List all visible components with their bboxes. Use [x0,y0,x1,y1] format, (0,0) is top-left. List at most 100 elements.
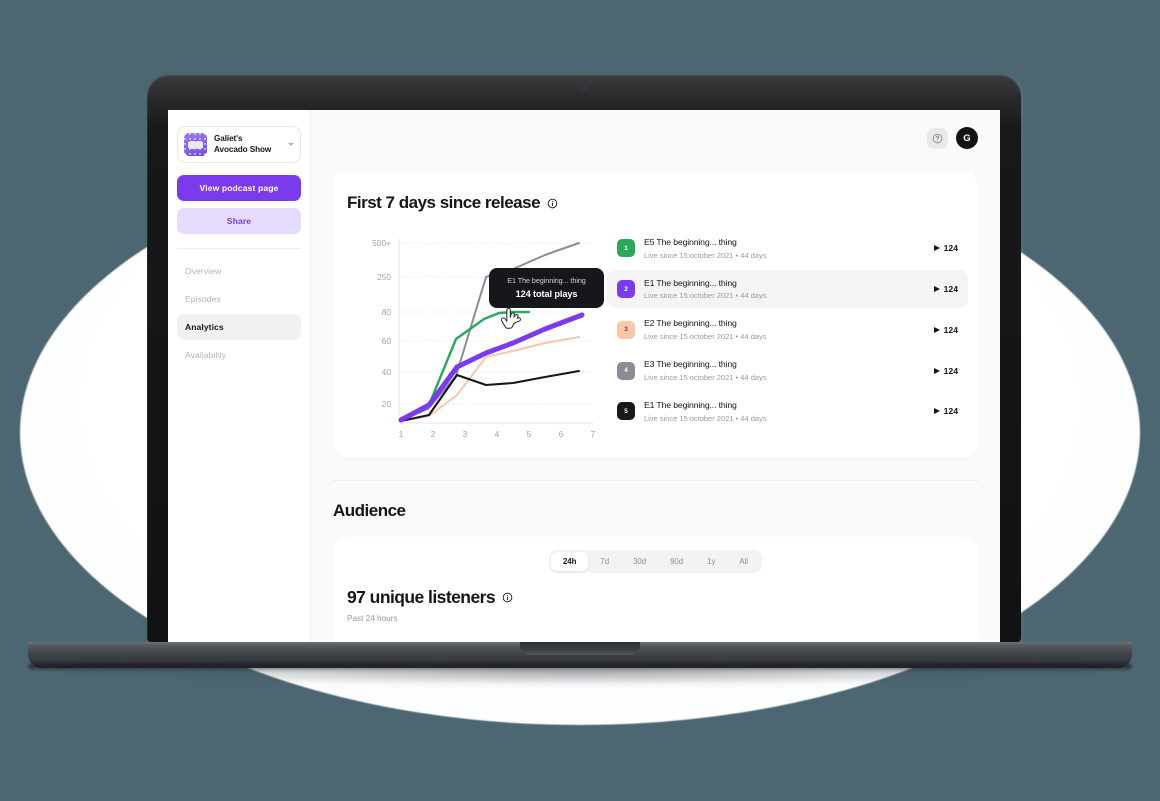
x-axis-labels: 1 2 3 4 5 6 7 [399,429,596,439]
rank-badge: 2 [617,280,635,299]
range-7d[interactable]: 7d [588,552,621,571]
episode-plays-count: 124 [943,243,958,254]
episode-subtitle: Live since 15 october 2021 • 44 days [644,291,767,301]
podcast-switcher[interactable]: Galiet's Avocado Show [177,126,301,163]
play-icon [933,408,940,415]
episode-title: E5 The beginning... thing [644,237,737,247]
tooltip-episode-label: E1 The beginning... thing [507,276,586,285]
episode-title: E1 The beginning... thing [644,399,737,410]
topbar: G [311,110,1000,166]
episode-title: E2 The beginning... thing [644,318,737,329]
episode-plays-count: 124 [943,365,958,376]
help-button[interactable] [927,127,948,149]
section-divider [333,480,978,481]
share-button[interactable]: Share [177,208,301,234]
laptop-mockup: Galiet's Avocado Show View podcast page … [0,0,1160,801]
range-30d[interactable]: 30d [621,552,658,571]
sidebar-item-analytics[interactable]: Analytics [177,314,301,340]
episode-ranking-list: 1 E5 The beginning... thing Live since 1… [607,227,968,442]
play-icon [933,367,940,374]
range-24h[interactable]: 24h [550,552,589,571]
rank-badge: 5 [617,402,635,421]
podcast-name-line2: Avocado Show [214,144,272,154]
pointer-hand-icon [500,307,521,329]
episode-meta: E1 The beginning... thing Live since 15 … [644,400,925,423]
unique-listeners-stat: 97 unique listeners [347,587,964,608]
first-7-days-chart: 500+ 250 80 60 40 20 1 2 3 4 5 6 7 E1 Th… [343,227,604,442]
table-row[interactable]: 5 E1 The beginning... thing Live since 1… [607,392,968,431]
sidebar-item-availability[interactable]: Availability [177,342,301,368]
tooltip-value: 124 total plays [515,289,578,299]
series-line-black [399,369,581,423]
episode-plays: 124 [933,243,958,254]
episode-plays-count: 124 [943,284,958,295]
range-90d[interactable]: 90d [658,552,695,571]
avatar[interactable]: G [956,127,978,149]
episode-subtitle: Live since 15 october 2021 • 44 days [644,372,767,382]
svg-text:20: 20 [382,399,392,409]
sidebar-item-episodes[interactable]: Episodes [177,286,301,312]
time-range-pills: 24h 7d 30d 90d 1y All [548,550,763,573]
view-podcast-page-button[interactable]: View podcast page [177,175,301,201]
svg-text:6: 6 [559,429,564,439]
play-icon [933,245,940,252]
info-circle-icon[interactable] [502,592,513,603]
svg-text:250: 250 [377,272,391,282]
episode-meta: E3 The beginning... thing Live since 15 … [644,359,925,382]
episode-meta: E2 The beginning... thing Live since 15 … [644,318,925,341]
play-icon [933,326,940,333]
range-1y[interactable]: 1y [695,552,727,571]
episode-subtitle: Live since 15 october 2021 • 44 days [644,250,767,260]
laptop-shadow [60,668,1100,686]
episode-plays-count: 124 [943,324,958,335]
svg-text:2: 2 [431,429,436,439]
podcast-artwork-icon [184,133,207,156]
unique-listeners-subtitle: Past 24 hours [347,614,398,623]
svg-text:40: 40 [382,367,392,377]
episode-subtitle: Live since 15 october 2021 • 44 days [644,413,767,423]
question-circle-icon [932,133,943,143]
table-row[interactable]: 4 E3 The beginning... thing Live since 1… [607,351,968,390]
chart-tooltip: E1 The beginning... thing 124 total play… [489,268,604,308]
sidebar-item-overview[interactable]: Overview [177,258,301,284]
podcast-name: Galiet's Avocado Show [214,134,271,156]
svg-text:1: 1 [399,429,404,439]
svg-text:500+: 500+ [372,238,391,248]
chevron-down-icon[interactable] [288,143,294,146]
table-row[interactable]: 1 E5 The beginning... thing Live since 1… [607,229,968,268]
audience-card: 24h 7d 30d 90d 1y All 97 unique listener… [333,537,978,642]
play-icon [933,286,940,293]
sidebar: Galiet's Avocado Show View podcast page … [168,110,311,642]
episode-meta: E1 The beginning... thing Live since 15 … [644,278,925,301]
time-range-selector: 24h 7d 30d 90d 1y All [347,550,964,573]
episode-meta: E5 The beginning... thing Live since 15 … [644,237,925,260]
main-content: G First 7 days since release 500+ 250 80… [311,110,1000,642]
range-all[interactable]: All [727,552,760,571]
audience-heading: Audience [333,501,406,520]
episode-plays-count: 124 [943,406,958,417]
episode-subtitle: Live since 15 october 2021 • 44 days [644,332,767,342]
episode-plays: 124 [933,365,958,376]
sidebar-divider [177,248,301,249]
table-row[interactable]: 3 E2 The beginning... thing Live since 1… [607,310,968,349]
panel-body: 500+ 250 80 60 40 20 1 2 3 4 5 6 7 E1 Th… [333,213,978,458]
svg-text:7: 7 [591,429,596,439]
first-7-days-card: First 7 days since release 500+ 250 80 6… [333,172,978,458]
svg-text:5: 5 [527,429,532,439]
episode-title: E1 The beginning... thing [644,277,737,288]
card-title-text: First 7 days since release [347,193,541,212]
info-circle-icon[interactable] [547,198,558,209]
rank-badge: 3 [617,320,635,339]
y-axis-labels: 500+ 250 80 60 40 20 [372,238,391,409]
page-title: First 7 days since release [333,193,978,213]
svg-text:3: 3 [463,429,468,439]
episode-plays: 124 [933,406,958,417]
podcast-name-line1: Galiet's [214,133,243,143]
rank-badge: 4 [617,361,635,380]
app-screen: Galiet's Avocado Show View podcast page … [168,110,1000,642]
rank-badge: 1 [617,239,635,258]
episode-title: E3 The beginning... thing [644,359,737,370]
table-row[interactable]: 2 E1 The beginning... thing Live since 1… [607,269,968,309]
chart-svg: 500+ 250 80 60 40 20 1 2 3 4 5 6 7 [372,238,596,439]
episode-plays: 124 [933,284,958,295]
